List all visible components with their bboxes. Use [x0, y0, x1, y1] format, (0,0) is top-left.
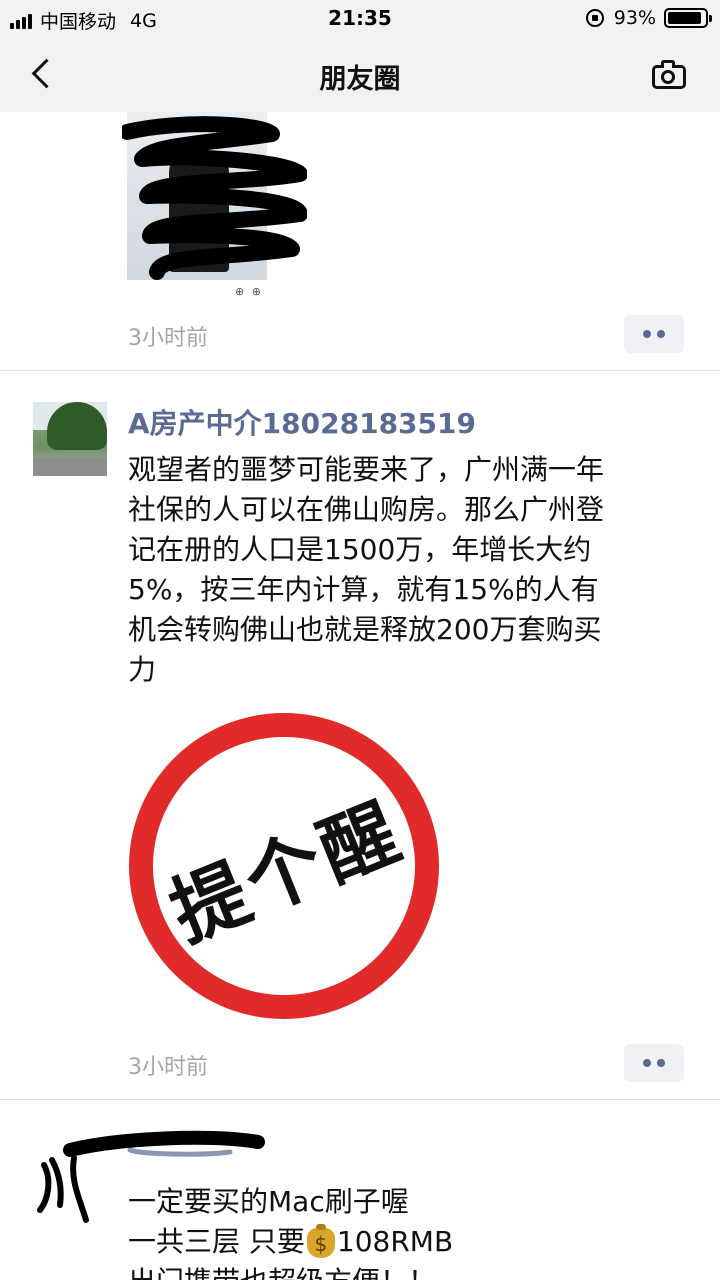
camera-top — [661, 60, 675, 68]
post-divider — [0, 1099, 720, 1100]
post-image-reminder-sign[interactable]: 提个醒 — [127, 710, 441, 1022]
page-title: 朋友圈 — [319, 64, 401, 95]
rotation-lock-icon — [585, 9, 604, 27]
post-text: 观望者的噩梦可能要来了，广州满一年 社保的人可以在佛山购房。那么广州登 记在册的… — [128, 453, 605, 686]
camera-lens — [661, 70, 675, 84]
post-text-segment: 108RMB — [336, 1225, 454, 1258]
dot-icon — [657, 330, 665, 338]
post-text-segment: 一共三层 只要 — [128, 1225, 305, 1258]
dot-icon — [657, 1059, 665, 1067]
post-text-line: 一定要买的Mac刷子喔 — [128, 1185, 409, 1218]
post-time: 3小时前 — [128, 1055, 208, 1080]
battery-percent: 93% — [613, 7, 656, 29]
battery-icon — [664, 8, 712, 28]
camera-icon[interactable] — [650, 57, 690, 91]
dot-icon — [643, 330, 651, 338]
dot-icon — [643, 1059, 651, 1067]
nav-bar: 朋友圈 — [0, 36, 720, 112]
post-divider — [0, 370, 720, 371]
avatar[interactable] — [33, 402, 107, 476]
more-actions-button[interactable] — [624, 315, 684, 353]
status-right: 93% — [585, 7, 712, 29]
status-bar: 中国移动 4G 21:35 93% — [0, 0, 720, 36]
post-username[interactable]: A房产中介18028183519 — [128, 402, 476, 442]
money-bag-icon: $ — [306, 1224, 335, 1258]
post-time: 3小时前 — [128, 326, 208, 351]
redaction-scribble — [122, 116, 307, 280]
sign-text: 提个醒 — [158, 785, 415, 959]
more-actions-button[interactable] — [624, 1044, 684, 1082]
battery-fill — [668, 12, 702, 24]
post-text-line: 出门携带也超级方便！！ — [128, 1260, 436, 1280]
photo-meta-icons: ⊕ ⊕ — [235, 285, 263, 298]
avatar-ground — [33, 458, 107, 476]
post-text-line: 一共三层 只要 $108RMB — [128, 1220, 453, 1260]
